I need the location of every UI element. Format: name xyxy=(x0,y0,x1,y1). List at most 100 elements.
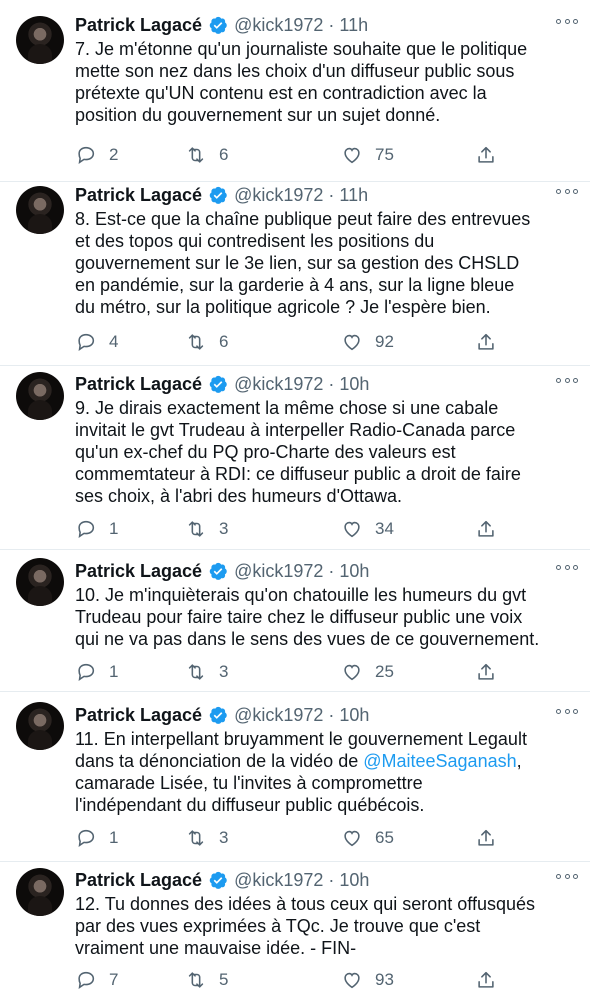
tweet-time[interactable]: 10h xyxy=(339,705,369,726)
share-button[interactable] xyxy=(475,827,509,849)
like-button[interactable]: 25 xyxy=(341,661,394,683)
tweet-header: Patrick Lagacé @kick1972 · 10h xyxy=(75,702,578,728)
like-count: 65 xyxy=(375,828,394,847)
like-button[interactable]: 34 xyxy=(341,518,394,540)
reply-button[interactable]: 4 xyxy=(75,331,118,353)
reply-count: 2 xyxy=(109,145,119,164)
tweet[interactable]: Patrick Lagacé @kick1972 · 10h 12. Tu do… xyxy=(0,862,590,1002)
tweet-text: 10. Je m'inquièterais qu'on chatouille l… xyxy=(75,585,540,649)
avatar[interactable] xyxy=(16,186,64,234)
retweet-icon xyxy=(188,830,204,846)
mention-link[interactable]: @MaiteeSaganash xyxy=(363,751,516,771)
like-count: 93 xyxy=(375,970,394,989)
avatar[interactable] xyxy=(16,558,64,606)
more-options-icon[interactable] xyxy=(556,562,578,572)
like-count: 75 xyxy=(375,145,394,164)
retweet-count: 3 xyxy=(219,519,229,538)
tweet[interactable]: Patrick Lagacé @kick1972 · 10h 10. Je m'… xyxy=(0,550,590,692)
like-count: 25 xyxy=(375,662,394,681)
separator-dot: · xyxy=(328,869,335,890)
like-count: 92 xyxy=(375,332,394,351)
retweet-button[interactable]: 5 xyxy=(185,969,228,991)
like-button[interactable]: 93 xyxy=(341,969,394,991)
author-handle[interactable]: @kick1972 xyxy=(234,374,323,395)
author-handle[interactable]: @kick1972 xyxy=(234,870,323,891)
more-options-icon[interactable] xyxy=(556,186,578,196)
more-options-icon[interactable] xyxy=(556,706,578,716)
retweet-count: 6 xyxy=(219,145,229,164)
tweet-header: Patrick Lagacé @kick1972 · 11h xyxy=(75,182,578,208)
heart-icon xyxy=(344,972,360,989)
retweet-button[interactable]: 6 xyxy=(185,331,228,353)
verified-badge-icon xyxy=(209,186,227,204)
tweet-text: 11. En interpellant bruyamment le gouver… xyxy=(75,728,578,816)
reply-button[interactable]: 1 xyxy=(75,827,118,849)
reply-button[interactable]: 1 xyxy=(75,661,118,683)
retweet-button[interactable]: 3 xyxy=(185,518,228,540)
like-button[interactable]: 65 xyxy=(341,827,394,849)
share-button[interactable] xyxy=(475,518,509,540)
share-button[interactable] xyxy=(475,661,509,683)
tweet-text: 12. Tu donnes des idées à tous ceux qui … xyxy=(75,894,535,958)
more-options-icon[interactable] xyxy=(556,871,578,881)
tweet[interactable]: Patrick Lagacé @kick1972 · 11h 7. Je m'é… xyxy=(0,0,590,182)
share-button[interactable] xyxy=(475,969,509,991)
verified-badge-icon xyxy=(209,16,227,34)
share-button[interactable] xyxy=(475,144,509,166)
like-button[interactable]: 92 xyxy=(341,331,394,353)
avatar[interactable] xyxy=(16,16,64,64)
author-name[interactable]: Patrick Lagacé xyxy=(75,705,202,726)
reply-count: 1 xyxy=(109,828,119,847)
reply-button[interactable]: 1 xyxy=(75,518,118,540)
verified-badge-icon xyxy=(209,375,227,393)
separator-dot: · xyxy=(328,560,335,581)
retweet-button[interactable]: 3 xyxy=(185,661,228,683)
author-handle[interactable]: @kick1972 xyxy=(234,15,323,36)
avatar[interactable] xyxy=(16,372,64,420)
tweet[interactable]: Patrick Lagacé @kick1972 · 11h 8. Est-ce… xyxy=(0,182,590,366)
author-name[interactable]: Patrick Lagacé xyxy=(75,185,202,206)
tweet-time[interactable]: 11h xyxy=(339,15,368,36)
tweet-actions: 4 6 92 xyxy=(75,330,505,354)
tweet-time[interactable]: 11h xyxy=(339,185,368,206)
reply-count: 1 xyxy=(109,662,119,681)
separator-dot: · xyxy=(328,184,335,205)
tweet-time[interactable]: 10h xyxy=(339,561,369,582)
tweet-header: Patrick Lagacé @kick1972 · 10h xyxy=(75,867,578,893)
retweet-button[interactable]: 6 xyxy=(185,144,228,166)
author-name[interactable]: Patrick Lagacé xyxy=(75,374,202,395)
tweet-header: Patrick Lagacé @kick1972 · 10h xyxy=(75,558,578,584)
retweet-button[interactable]: 3 xyxy=(185,827,228,849)
reply-button[interactable]: 7 xyxy=(75,969,118,991)
share-button[interactable] xyxy=(475,331,509,353)
tweet[interactable]: Patrick Lagacé @kick1972 · 10h 11. En in… xyxy=(0,692,590,862)
author-name[interactable]: Patrick Lagacé xyxy=(75,15,202,36)
more-options-icon[interactable] xyxy=(556,16,578,26)
like-button[interactable]: 75 xyxy=(341,144,394,166)
verified-badge-icon xyxy=(209,871,227,889)
tweet-time[interactable]: 10h xyxy=(339,374,369,395)
more-options-icon[interactable] xyxy=(556,375,578,385)
retweet-count: 6 xyxy=(219,332,229,351)
tweet-time[interactable]: 10h xyxy=(339,870,369,891)
share-icon xyxy=(478,971,494,988)
author-handle[interactable]: @kick1972 xyxy=(234,561,323,582)
reply-icon xyxy=(78,829,95,847)
tweet[interactable]: Patrick Lagacé @kick1972 · 10h 9. Je dir… xyxy=(0,366,590,550)
reply-button[interactable]: 2 xyxy=(75,144,118,166)
author-name[interactable]: Patrick Lagacé xyxy=(75,870,202,891)
author-handle[interactable]: @kick1972 xyxy=(234,185,323,206)
tweet-header: Patrick Lagacé @kick1972 · 10h xyxy=(75,371,578,397)
reply-icon xyxy=(78,520,95,538)
reply-icon xyxy=(78,663,95,681)
reply-count: 4 xyxy=(109,332,119,351)
avatar[interactable] xyxy=(16,702,64,750)
separator-dot: · xyxy=(328,373,335,394)
share-icon xyxy=(478,333,494,350)
heart-icon xyxy=(344,830,360,847)
avatar[interactable] xyxy=(16,868,64,916)
author-name[interactable]: Patrick Lagacé xyxy=(75,561,202,582)
like-count: 34 xyxy=(375,519,394,538)
reply-count: 7 xyxy=(109,970,119,989)
author-handle[interactable]: @kick1972 xyxy=(234,705,323,726)
